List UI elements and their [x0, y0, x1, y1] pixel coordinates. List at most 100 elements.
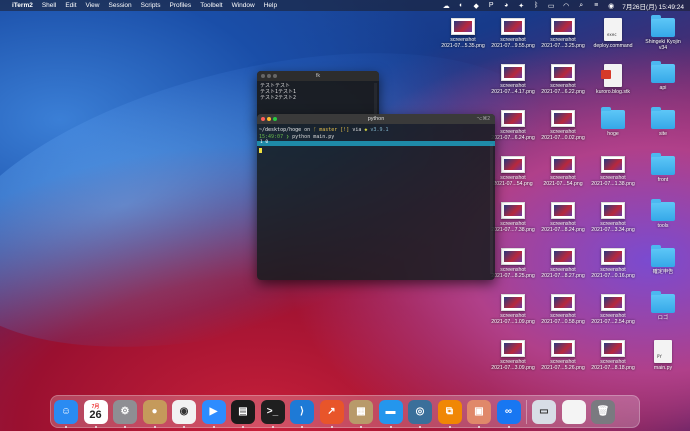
- desktop-icon-screenshot[interactable]: screenshot 2021-07...8.24.png: [538, 202, 588, 233]
- menu-help[interactable]: Help: [264, 2, 277, 9]
- keynote-icon[interactable]: ↗: [319, 399, 344, 428]
- desktop-icon-screenshot[interactable]: screenshot 2021-07...5.35.png: [438, 18, 488, 49]
- menu-clock[interactable]: 7月26日(月) 15:49:24: [622, 1, 684, 11]
- desktop-icon-screenshot[interactable]: screenshot 2021-07...6.24.png: [488, 110, 538, 141]
- desktop-icon-docred[interactable]: kuroro.blog.stk: [588, 64, 638, 95]
- chrome-icon[interactable]: ◉: [172, 399, 196, 428]
- scrollbar[interactable]: [490, 144, 493, 274]
- desktop-icon-screenshot[interactable]: screenshot 2021-07...54.png: [538, 156, 588, 187]
- desktop-icon-screenshot[interactable]: screenshot 2021-07...8.18.png: [588, 340, 638, 371]
- finder-icon[interactable]: ☺: [54, 399, 78, 428]
- photo-app-icon[interactable]: ▣: [467, 399, 491, 428]
- minimize-icon[interactable]: [267, 74, 271, 78]
- desktop-icon-screenshot[interactable]: screenshot 2021-07...8.25.png: [488, 248, 538, 279]
- desktop-icon-label: api: [659, 85, 667, 91]
- pixelmator-icon[interactable]: P: [487, 2, 495, 9]
- menu-window[interactable]: Window: [232, 2, 255, 9]
- desktop-icon-label: screenshot 2021-07...8.25.png: [491, 267, 535, 280]
- desktop-icon-screenshot[interactable]: screenshot 2021-07...3.09.png: [488, 340, 538, 371]
- desktop-icon-folder[interactable]: api: [638, 61, 688, 91]
- battery-icon[interactable]: ▭: [547, 2, 555, 10]
- calendar-icon[interactable]: 7月 26: [83, 399, 108, 428]
- desktop-icon-screenshot[interactable]: screenshot 2021-07...1.09.png: [488, 294, 538, 325]
- minimize-icon[interactable]: [267, 117, 271, 121]
- desktop-icon-screenshot[interactable]: screenshot 2021-07...3.34.png: [588, 202, 638, 233]
- trash-icon[interactable]: 🗑: [591, 399, 615, 424]
- infinity-app-icon[interactable]: ∞: [496, 399, 521, 428]
- desktop-icon-screenshot[interactable]: screenshot 2021-07...1.38.png: [588, 156, 638, 187]
- search-icon[interactable]: ⌕: [577, 2, 585, 10]
- desktop-icon-label: Shingeki Kyojin v34: [645, 39, 681, 52]
- desktop-icon-screenshot[interactable]: screenshot 2021-07...0.16.png: [588, 248, 638, 279]
- menu-scripts[interactable]: Scripts: [141, 2, 161, 9]
- document-icon[interactable]: [561, 399, 586, 424]
- menu-view[interactable]: View: [86, 2, 100, 9]
- zoom-icon[interactable]: [273, 74, 277, 78]
- desktop-icon-doc[interactable]: exec deploy.command: [588, 18, 638, 49]
- siri-icon[interactable]: ◉: [607, 2, 615, 10]
- status-app-icon[interactable]: ◐: [457, 2, 465, 9]
- prompt-branch: master [!]: [319, 127, 350, 133]
- desktop-icon-folder[interactable]: Shingeki Kyojin v34: [638, 15, 688, 52]
- window-titlebar[interactable]: python ⌥⌘2: [257, 114, 495, 124]
- document-icon: [601, 64, 622, 87]
- screenshot-thumbnail-icon: [501, 248, 525, 265]
- desktop-icon-screenshot[interactable]: screenshot 2021-07...5.26.png: [538, 340, 588, 371]
- quicktime-icon[interactable]: ◎: [408, 399, 432, 428]
- terminal-window-python[interactable]: python ⌥⌘2 ~/desktop/hoge on ᚴ master [!…: [257, 114, 495, 280]
- zoom-icon[interactable]: [273, 117, 277, 121]
- file-type-tag: PY: [657, 354, 662, 359]
- running-indicator: [183, 425, 185, 428]
- folder-icon: [651, 61, 675, 83]
- desktop-icon-screenshot[interactable]: screenshot 2021-07...9.55.png: [488, 18, 538, 49]
- activity-monitor-icon[interactable]: ▤: [231, 399, 255, 428]
- cube-icon[interactable]: ◆: [472, 2, 480, 10]
- menu-toolbelt[interactable]: Toolbelt: [200, 2, 222, 9]
- desktop-icon-screenshot[interactable]: screenshot 2021-07...54.png: [488, 156, 538, 187]
- desktop-icon-screenshot[interactable]: screenshot 2021-07...0.58.png: [538, 294, 588, 325]
- vscode-icon[interactable]: ⟩: [290, 399, 314, 428]
- wifi-icon[interactable]: ◠: [562, 2, 570, 10]
- drawio-icon[interactable]: ⧉: [437, 399, 462, 428]
- control-center-icon[interactable]: ≡: [592, 2, 600, 9]
- menu-shell[interactable]: Shell: [42, 2, 56, 9]
- desktop-icon-screenshot[interactable]: screenshot 2021-07...3.25.png: [538, 18, 588, 49]
- screenshot-thumbnail-icon: [501, 110, 525, 127]
- menu-app-name[interactable]: iTerm2: [12, 2, 33, 9]
- desktop-icon-folder[interactable]: ロゴ: [638, 291, 688, 321]
- cloud-icon[interactable]: ☁: [442, 2, 450, 10]
- bluetooth-icon[interactable]: ᛒ: [532, 2, 540, 9]
- terminal-session[interactable]: ~/desktop/hoge on ᚴ master [!] via ◆ v3.…: [257, 124, 495, 159]
- menu-edit[interactable]: Edit: [65, 2, 76, 9]
- desktop-icon-screenshot[interactable]: screenshot 2021-07...0.02.png: [538, 110, 588, 141]
- desktop-icon-screenshot[interactable]: screenshot 2021-07...8.27.png: [538, 248, 588, 279]
- menu-session[interactable]: Session: [109, 2, 132, 9]
- bird-icon[interactable]: ✦: [517, 2, 525, 10]
- screenshot-stack-icon[interactable]: ▭: [532, 399, 556, 424]
- running-indicator: [389, 425, 392, 428]
- zoom-icon[interactable]: ▶: [201, 399, 226, 428]
- desktop-icon-screenshot[interactable]: screenshot 2021-07...7.38.png: [488, 202, 538, 233]
- archive-utility-icon[interactable]: ▦: [349, 399, 373, 428]
- desktop-icon-folder[interactable]: tools: [638, 199, 688, 229]
- desktop-icon-doc[interactable]: PY main.py: [638, 340, 688, 371]
- close-icon[interactable]: [261, 117, 265, 121]
- menu-profiles[interactable]: Profiles: [170, 2, 192, 9]
- contacts-icon[interactable]: ●: [142, 399, 167, 428]
- system-preferences-icon[interactable]: ⚙: [113, 399, 137, 428]
- desktop-icon-folder[interactable]: 確定申告: [638, 245, 688, 275]
- desktop-icon-screenshot[interactable]: screenshot 2021-07...2.54.png: [588, 294, 638, 325]
- docker-icon[interactable]: ▬: [378, 399, 403, 428]
- desktop-icon-folder[interactable]: site: [638, 107, 688, 137]
- folder-icon: [651, 153, 675, 175]
- menu-bar: iTerm2 Shell Edit View Session Scripts P…: [0, 0, 690, 11]
- desktop-icon-screenshot[interactable]: screenshot 2021-07...6.22.png: [538, 64, 588, 95]
- close-icon[interactable]: [261, 74, 265, 78]
- owl-icon[interactable]: ◕: [502, 2, 510, 9]
- desktop-icon-screenshot[interactable]: screenshot 2021-07...4.17.png: [488, 64, 538, 95]
- terminal-icon[interactable]: >_: [260, 399, 285, 428]
- terminal-output[interactable]: テストテスト テスト1テスト1 テスト2テスト2: [257, 81, 379, 103]
- window-titlebar[interactable]: fk: [257, 71, 379, 81]
- desktop-icon-folder[interactable]: hoge: [588, 107, 638, 137]
- desktop-icon-folder[interactable]: front: [638, 153, 688, 183]
